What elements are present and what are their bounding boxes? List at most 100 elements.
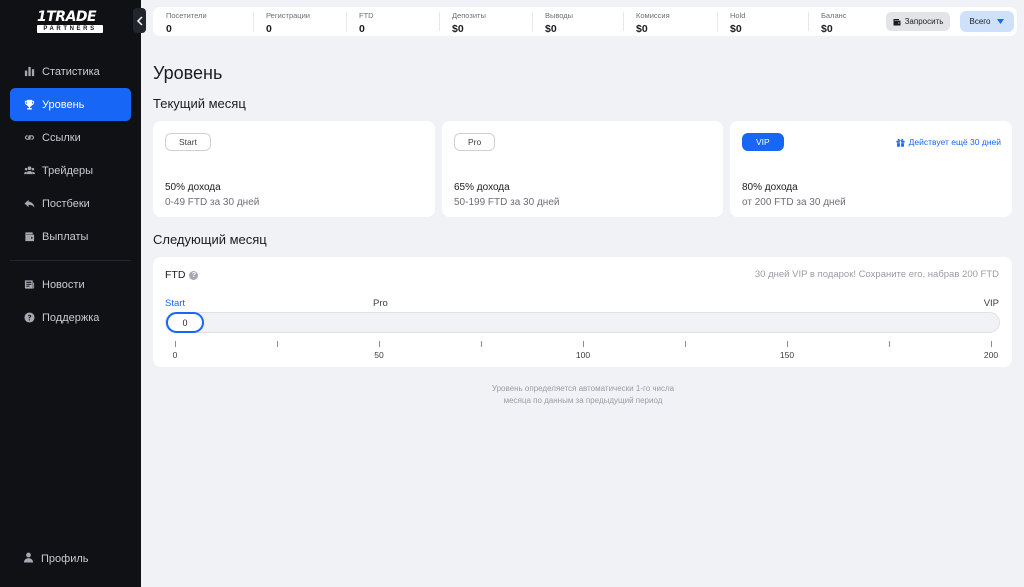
sidebar-item-links[interactable]: Ссылки bbox=[10, 121, 131, 154]
tier-card-start: Start 50% дохода 0-49 FTD за 30 дней bbox=[153, 121, 435, 217]
reply-icon bbox=[23, 198, 35, 210]
tier-description: от 200 FTD за 30 дней bbox=[742, 197, 846, 208]
stat-value: $0 bbox=[730, 23, 742, 35]
stat-label: FTD bbox=[359, 11, 374, 20]
sidebar-item-profile[interactable]: Профиль bbox=[23, 552, 89, 566]
progress-note: 30 дней VIP в подарок! Сохраните его, на… bbox=[754, 269, 999, 280]
brand-sub: PARTNERS bbox=[37, 25, 103, 33]
scale-tick bbox=[787, 341, 788, 347]
footnote-line: Уровень определяется автоматически 1-го … bbox=[491, 384, 675, 393]
stat-value: 0 bbox=[359, 23, 365, 35]
scale-tick-label: 50 bbox=[374, 350, 384, 360]
sidebar-item-traders[interactable]: Трейдеры bbox=[10, 154, 131, 187]
tier-percent: 80% дохода bbox=[742, 182, 798, 193]
trophy-icon bbox=[23, 99, 35, 111]
bar-chart-icon bbox=[23, 66, 35, 78]
footnote: Уровень определяется автоматически 1-го … bbox=[458, 383, 708, 407]
stat-visitors: Посетители 0 bbox=[153, 7, 253, 36]
tier-validity-label: Действует ещё 30 дней bbox=[908, 137, 1001, 147]
sidebar-divider bbox=[10, 260, 131, 261]
sidebar-nav: Статистика Уровень Ссылки Трейдеры Постб… bbox=[10, 55, 131, 334]
sidebar-item-label: Трейдеры bbox=[42, 164, 94, 177]
collapse-sidebar-button[interactable] bbox=[133, 8, 146, 33]
stat-registrations: Регистрации 0 bbox=[253, 7, 346, 36]
sidebar: 1TRADE PARTNERS Статистика Уровень Ссылк… bbox=[0, 0, 141, 587]
stat-deposits: Депозиты $0 bbox=[439, 7, 532, 36]
progress-label-text: FTD bbox=[165, 269, 186, 281]
scale-tick-label: 150 bbox=[779, 350, 795, 360]
tier-percent: 65% дохода bbox=[454, 182, 510, 193]
progress-knob: 0 bbox=[166, 312, 204, 333]
scale-tick bbox=[481, 341, 482, 347]
scale-tick bbox=[583, 341, 584, 347]
stat-label: Посетители bbox=[166, 11, 207, 20]
progress-label: FTD ? bbox=[165, 269, 199, 281]
progress-card: FTD ? 30 дней VIP в подарок! Сохраните е… bbox=[153, 257, 1012, 367]
stat-withdrawals: Выводы $0 bbox=[532, 7, 623, 36]
level-label-pro: Pro bbox=[373, 298, 388, 309]
sidebar-item-label: Статистика bbox=[42, 65, 100, 78]
level-label-start: Start bbox=[165, 298, 186, 309]
footnote-line: месяца по данным за предыдущий период bbox=[503, 396, 663, 405]
tier-badge: Pro bbox=[454, 133, 496, 151]
sidebar-item-level[interactable]: Уровень bbox=[10, 88, 131, 121]
news-icon bbox=[23, 279, 35, 291]
tier-badge: Start bbox=[165, 133, 211, 151]
scale-tick bbox=[277, 341, 278, 347]
stat-value: $0 bbox=[636, 23, 648, 35]
scale-tick-label: 200 bbox=[983, 350, 999, 360]
sidebar-item-label: Выплаты bbox=[42, 230, 89, 243]
profile-label: Профиль bbox=[41, 553, 89, 565]
brand-logo[interactable]: 1TRADE PARTNERS bbox=[37, 10, 105, 33]
scale-tick bbox=[379, 341, 380, 347]
gift-icon bbox=[896, 138, 905, 147]
chevron-left-icon bbox=[136, 15, 143, 26]
tier-percent: 50% дохода bbox=[165, 182, 221, 193]
stat-label: Выводы bbox=[545, 11, 574, 20]
stat-label: Баланс bbox=[821, 11, 847, 20]
user-icon bbox=[23, 552, 41, 566]
help-icon bbox=[23, 312, 35, 324]
scale-tick-label: 0 bbox=[172, 350, 178, 360]
stat-value: 0 bbox=[166, 23, 172, 35]
wallet-icon bbox=[893, 18, 901, 25]
level-label-vip: VIP bbox=[983, 298, 999, 309]
sidebar-item-payouts[interactable]: Выплаты bbox=[10, 220, 131, 253]
sidebar-item-label: Постбеки bbox=[42, 197, 90, 210]
request-payout-label: Запросить bbox=[904, 17, 944, 26]
current-month-title: Текущий месяц bbox=[153, 96, 246, 111]
sidebar-item-news[interactable]: Новости bbox=[10, 268, 131, 301]
sidebar-item-label: Уровень bbox=[42, 98, 85, 111]
scale-tick bbox=[991, 341, 992, 347]
tier-validity: Действует ещё 30 дней bbox=[896, 137, 1001, 147]
caret-down-icon bbox=[997, 19, 1005, 24]
stat-hold: Hold $0 bbox=[717, 7, 808, 36]
link-icon bbox=[23, 132, 35, 144]
scale-tick-label: 100 bbox=[575, 350, 591, 360]
sidebar-item-label: Новости bbox=[42, 278, 85, 291]
sidebar-item-postbacks[interactable]: Постбеки bbox=[10, 187, 131, 220]
scale-tick bbox=[175, 341, 176, 347]
scale-tick bbox=[685, 341, 686, 347]
stat-label: Депозиты bbox=[452, 11, 486, 20]
tier-badge-current: VIP bbox=[742, 133, 784, 151]
sidebar-item-label: Поддержка bbox=[42, 311, 100, 324]
sidebar-item-label: Ссылки bbox=[42, 131, 81, 144]
stat-label: Регистрации bbox=[266, 11, 310, 20]
next-month-title: Следующий месяц bbox=[153, 232, 267, 247]
sidebar-item-statistics[interactable]: Статистика bbox=[10, 55, 131, 88]
period-select[interactable]: Всего bbox=[960, 11, 1014, 32]
request-payout-button[interactable]: Запросить bbox=[886, 12, 950, 31]
users-icon bbox=[23, 165, 35, 177]
progress-track: 0 bbox=[165, 312, 1000, 333]
stat-value: $0 bbox=[821, 23, 833, 35]
help-icon[interactable]: ? bbox=[189, 270, 199, 280]
tier-description: 50-199 FTD за 30 дней bbox=[454, 197, 560, 208]
stat-value: $0 bbox=[452, 23, 464, 35]
tier-card-pro: Pro 65% дохода 50-199 FTD за 30 дней bbox=[442, 121, 723, 217]
sidebar-item-support[interactable]: Поддержка bbox=[10, 301, 131, 334]
period-select-value: Всего bbox=[969, 17, 991, 26]
stat-value: $0 bbox=[545, 23, 557, 35]
page-title: Уровень bbox=[153, 63, 223, 83]
stat-value: 0 bbox=[266, 23, 272, 35]
